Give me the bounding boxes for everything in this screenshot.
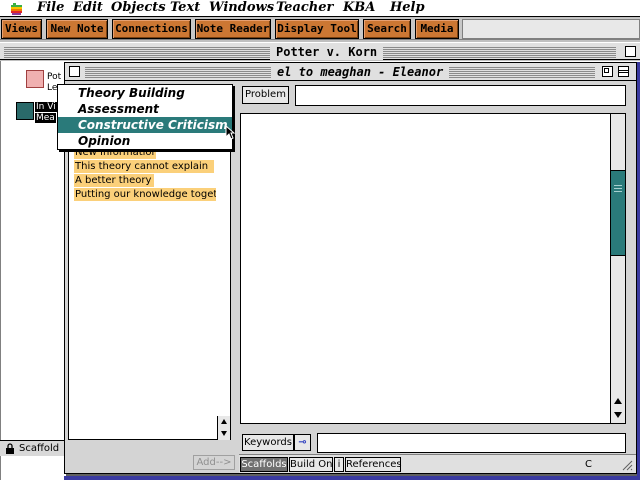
note-text-area[interactable] <box>240 113 626 424</box>
new-note-button[interactable]: New Note <box>46 19 108 39</box>
list-scroll-arrows[interactable] <box>217 416 230 440</box>
node-label-meaghan-line2: Mea <box>35 113 56 123</box>
close-box-icon[interactable] <box>69 66 80 77</box>
display-tool-button[interactable]: Display Tool <box>275 19 359 39</box>
menu-edit[interactable]: Edit <box>73 0 103 16</box>
media-button[interactable]: Media <box>415 19 459 39</box>
tab-info[interactable]: i <box>334 457 344 472</box>
menu-bar: File Edit Objects Text Windows Teacher K… <box>0 0 640 17</box>
note-node-icon-meaghan[interactable] <box>16 102 34 120</box>
problem-button[interactable]: Problem <box>242 86 289 104</box>
menu-text[interactable]: Text <box>170 0 200 16</box>
toolbar-empty-area <box>462 19 640 39</box>
menu-kba[interactable]: KBA <box>343 0 375 16</box>
node-label-potter: Pot <box>47 72 62 82</box>
popup-item-opinion[interactable]: Opinion <box>58 133 232 149</box>
scaffold-item-putting-knowledge-together[interactable]: Putting our knowledge toget <box>74 188 216 201</box>
popup-item-constructive-criticism[interactable]: Constructive Criticism <box>58 117 232 133</box>
outer-window-collapse-icon[interactable] <box>625 46 636 57</box>
popup-item-theory-building[interactable]: Theory Building <box>58 85 232 101</box>
note-window-title-bar[interactable]: el to meaghan - Eleanor <box>65 63 636 81</box>
add-scaffold-button[interactable]: Add--> <box>193 455 235 470</box>
mouse-pointer-icon <box>225 125 235 140</box>
connections-button[interactable]: Connections <box>112 19 191 39</box>
desktop-background-bottom <box>64 476 640 480</box>
search-button[interactable]: Search <box>363 19 411 39</box>
resize-grip-icon[interactable] <box>621 459 633 471</box>
toolbar: Views New Note Connections Note Reader D… <box>0 18 640 40</box>
problem-field[interactable] <box>295 85 626 106</box>
scroll-up-arrow-icon[interactable] <box>221 419 227 424</box>
note-window-title: el to meaghan - Eleanor <box>271 64 450 80</box>
tab-build-on[interactable]: Build On <box>289 457 333 472</box>
keywords-button[interactable]: Keywords <box>242 434 294 451</box>
node-label-meaghan: In Vi <box>35 102 57 112</box>
node-label-potter-line2: Le <box>47 83 58 93</box>
menu-help[interactable]: Help <box>390 0 425 16</box>
outer-window-title: Potter v. Korn <box>270 44 384 60</box>
menu-windows[interactable]: Windows <box>209 0 274 16</box>
zoom-box-icon[interactable] <box>602 66 613 77</box>
menu-teacher[interactable]: Teacher <box>276 0 333 16</box>
menu-file[interactable]: File <box>37 0 64 16</box>
tab-scaffolds[interactable]: Scaffolds <box>240 457 288 472</box>
outer-status-bar: Scaffold <box>0 440 66 456</box>
scroll-thumb[interactable] <box>611 170 625 256</box>
outer-window-title-bar[interactable]: Potter v. Korn <box>0 42 640 60</box>
tab-references[interactable]: References <box>345 457 402 472</box>
collapse-box-icon[interactable] <box>618 66 629 77</box>
note-node-icon-potter[interactable] <box>26 70 44 88</box>
lock-icon[interactable] <box>5 443 15 454</box>
note-scroll-down-icon[interactable] <box>614 412 622 418</box>
corner-label: C <box>585 459 592 470</box>
keywords-field[interactable] <box>317 433 626 453</box>
key-icon[interactable]: ⊸ <box>294 434 311 451</box>
note-scroll-up-icon[interactable] <box>614 398 622 404</box>
menu-objects[interactable]: Objects <box>111 0 166 16</box>
views-button[interactable]: Views <box>1 19 42 39</box>
scaffold-status-label: Scaffold <box>19 443 60 454</box>
note-reader-button[interactable]: Note Reader <box>195 19 271 39</box>
apple-menu-icon[interactable] <box>10 2 23 15</box>
scaffold-item-better-theory[interactable]: A better theory <box>74 174 154 187</box>
popup-item-assessment[interactable]: Assessment <box>58 101 232 117</box>
scaffold-item-theory-cannot-explain[interactable]: This theory cannot explain <box>74 160 214 173</box>
note-vertical-scrollbar[interactable] <box>610 113 626 424</box>
scaffold-popup-menu: Theory Building Assessment Constructive … <box>57 84 233 150</box>
note-tab-bar: Scaffolds Build On i References C <box>239 454 636 473</box>
scroll-down-arrow-icon[interactable] <box>221 431 227 436</box>
